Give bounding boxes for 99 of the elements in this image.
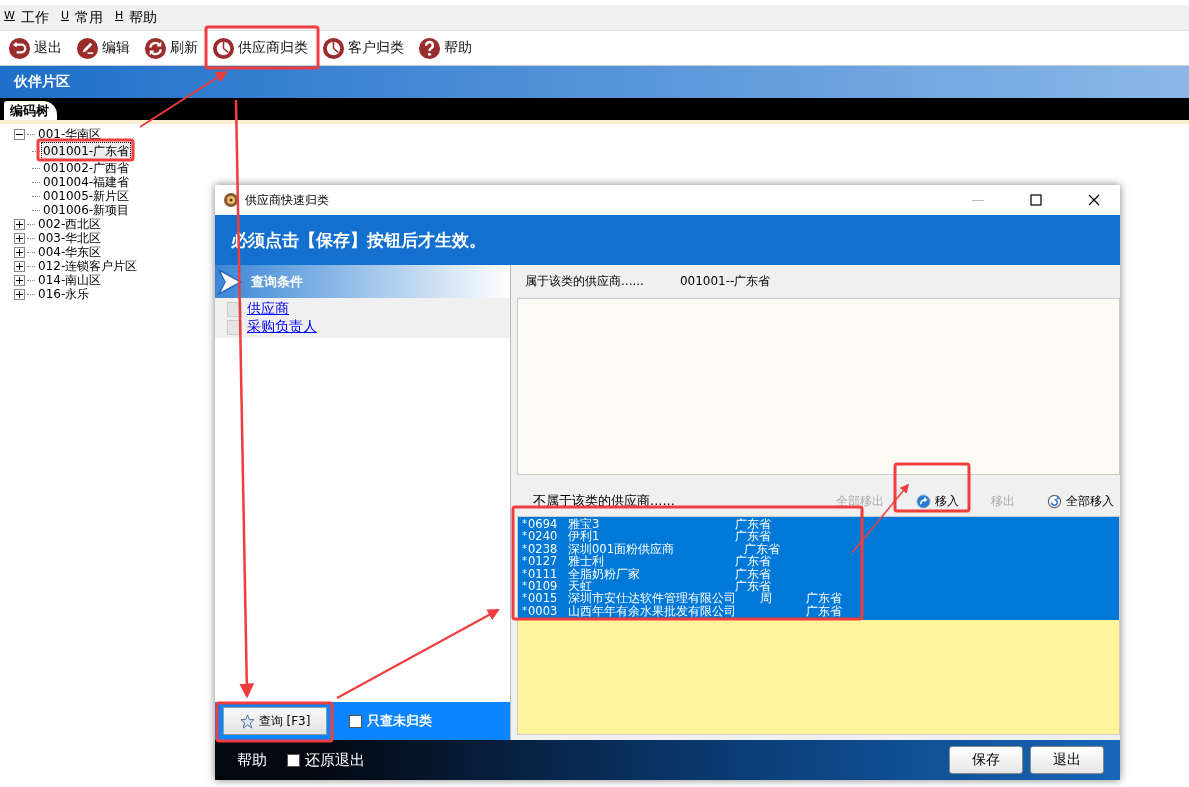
checkbox[interactable] <box>349 714 362 728</box>
row-marker: * <box>522 579 528 593</box>
tree-item[interactable]: 001001-广东省 <box>41 142 132 160</box>
supplier-code: 0127 <box>528 555 559 568</box>
query-button[interactable]: 查询 [F3] <box>223 707 327 735</box>
expand-toggle[interactable] <box>14 218 25 230</box>
plus-icon <box>16 290 23 298</box>
supplier-code: 0238 <box>528 542 559 556</box>
expand-toggle[interactable] <box>14 246 25 258</box>
row-marker: * <box>522 555 528 568</box>
tree-item[interactable]: 001004-福建省 <box>41 175 132 189</box>
row-marker: * <box>522 518 528 531</box>
expand-toggle[interactable] <box>14 232 25 244</box>
supplier-name: 雅士利 <box>568 555 604 568</box>
condition-link[interactable]: 供应商 <box>247 300 289 318</box>
help-icon <box>418 36 441 60</box>
supplier-name: 天虹 <box>568 579 593 593</box>
contact-name: 周 <box>760 592 773 605</box>
tree-item[interactable]: 001006-新项目 <box>41 203 132 217</box>
accelerator-key: U <box>60 8 69 27</box>
plus-icon <box>16 276 23 284</box>
supplier-name: 全脂奶粉厂家 <box>568 567 641 580</box>
tree-item[interactable]: 001002-广西省 <box>41 161 132 175</box>
supplier-code: 0111 <box>528 567 559 580</box>
menu-label: 工作 <box>20 8 49 27</box>
panel-title: 查询条件 <box>251 272 303 291</box>
maximize-icon[interactable] <box>1030 194 1042 206</box>
row-marker: * <box>522 604 528 618</box>
supplier-name: 伊利1 <box>568 530 600 543</box>
condition-link[interactable]: 采购负责人 <box>247 318 317 336</box>
list-title: 不属于该类的供应商...... <box>533 492 676 510</box>
plus-icon <box>16 234 23 242</box>
tree-item[interactable]: 002-西北区 <box>36 217 104 231</box>
send-arrow-icon <box>217 267 243 296</box>
menu-label: 常用 <box>74 8 103 27</box>
close-icon[interactable] <box>1088 194 1100 206</box>
help-link[interactable]: 帮助 <box>237 750 267 770</box>
row-marker: * <box>522 592 528 605</box>
pie-chart-icon <box>212 36 235 60</box>
supplier-name: 深圳001面粉供应商 <box>568 542 674 556</box>
supplier-name: 深圳市安仕达软件管理有限公司 <box>568 592 736 605</box>
tab[interactable]: 编码树 <box>4 101 57 120</box>
exit-button[interactable]: 退出 <box>1030 746 1104 774</box>
supplier-name: 雅宝3 <box>568 518 601 531</box>
pencil-icon <box>76 36 99 60</box>
refresh-icon <box>144 36 167 60</box>
window-title: 供应商快速归类 <box>245 191 330 209</box>
expand-toggle[interactable] <box>14 288 25 300</box>
toolbar-button[interactable]: 刷新 <box>142 36 200 60</box>
supplier-code: 0240 <box>528 530 559 543</box>
plus-icon <box>16 220 23 228</box>
accelerator-key: W <box>4 8 15 27</box>
app-icon <box>223 192 239 208</box>
checkbox-label: 还原退出 <box>305 750 365 770</box>
region-name: 广东省 <box>735 567 771 580</box>
toolbar-button[interactable]: 退出 <box>6 36 64 60</box>
plus-icon <box>16 248 23 256</box>
category-name: 001001--广东省 <box>679 273 771 290</box>
region-name: 广东省 <box>743 542 780 556</box>
star-icon <box>239 713 255 729</box>
checkbox-label: 只查未归类 <box>367 712 432 730</box>
checkbox[interactable] <box>287 753 300 767</box>
supplier-code: 0003 <box>528 604 559 618</box>
toolbar-button[interactable]: 编辑 <box>74 36 132 60</box>
supplier-name: 山西年年有余水果批发有限公司 <box>568 604 736 618</box>
row-marker: * <box>522 530 528 543</box>
section-title: 伙伴片区 <box>14 73 70 91</box>
supplier-code: 0109 <box>528 579 559 593</box>
tree-item[interactable]: 001005-新片区 <box>41 189 132 203</box>
region-name: 广东省 <box>735 579 771 593</box>
action-button[interactable]: 移入 <box>914 493 961 510</box>
region-name: 广东省 <box>735 555 771 568</box>
tree-item[interactable]: 016-永乐 <box>36 287 92 301</box>
list-title: 属于该类的供应商...... <box>525 273 644 290</box>
tree-item[interactable]: 012-连锁客户片区 <box>36 259 140 273</box>
supplier-code: 0694 <box>528 518 559 531</box>
toolbar-button[interactable]: 帮助 <box>416 36 474 60</box>
pie-chart-icon <box>322 36 345 60</box>
collapse-toggle[interactable] <box>14 128 25 140</box>
tree-item[interactable]: 003-华北区 <box>36 231 104 245</box>
toolbar-button[interactable]: 客户归类 <box>320 36 406 60</box>
tree-item[interactable]: 001-华南区 <box>36 127 104 141</box>
accelerator-key: H <box>114 8 124 27</box>
action-button[interactable]: 全部移入 <box>1045 493 1116 510</box>
region-name: 广东省 <box>806 592 842 605</box>
region-name: 广东省 <box>806 604 842 618</box>
tree-item[interactable]: 014-南山区 <box>36 273 104 287</box>
region-name: 广东省 <box>735 518 771 531</box>
tree-item[interactable]: 004-华东区 <box>36 245 104 259</box>
menu-label: 帮助 <box>129 8 158 27</box>
row-marker: * <box>522 542 528 556</box>
toolbar-button[interactable]: 供应商归类 <box>210 36 310 60</box>
row-marker: * <box>522 567 528 580</box>
expand-toggle[interactable] <box>14 274 25 286</box>
save-button[interactable]: 保存 <box>949 746 1023 774</box>
supplier-code: 0015 <box>528 592 559 605</box>
expand-toggle[interactable] <box>14 260 25 272</box>
plus-icon <box>16 262 23 270</box>
region-name: 广东省 <box>735 530 771 543</box>
